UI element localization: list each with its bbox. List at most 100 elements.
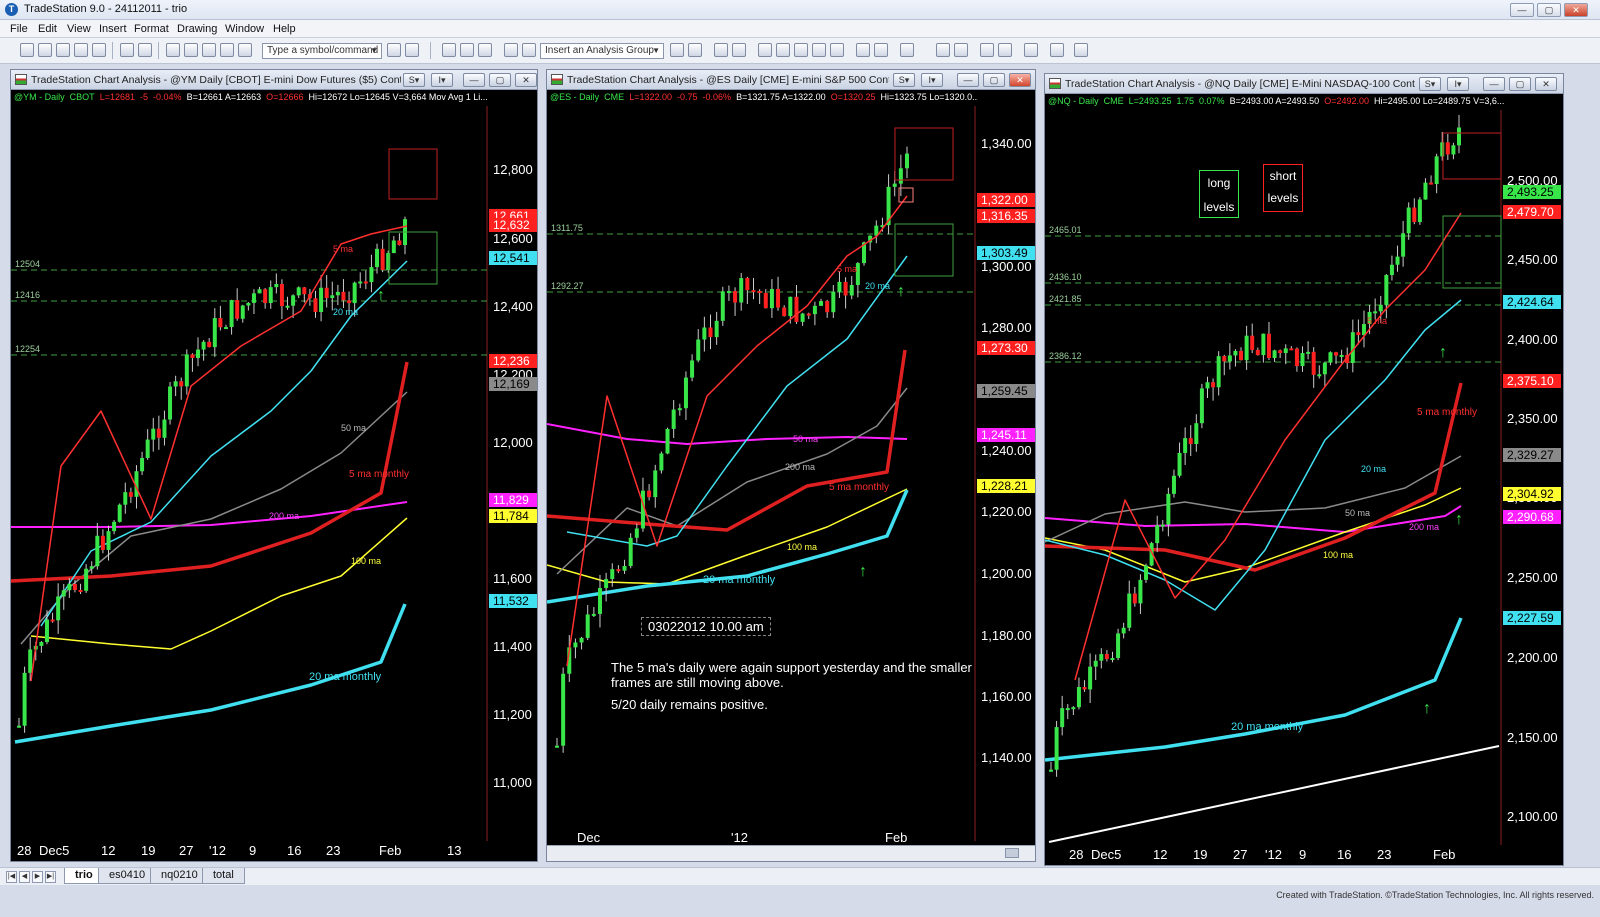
scrollbar-thumb[interactable] [1005,848,1019,858]
date-time-note: 03022012 10.00 am [641,617,771,636]
chart-pane-titlebar[interactable]: TradeStation Chart Analysis - @YM Daily … [11,70,537,90]
workspace-icon[interactable] [74,43,88,57]
menu-format[interactable]: Format [134,23,169,35]
refresh-icon[interactable] [522,43,536,57]
spacing-decrease-icon[interactable] [856,43,870,57]
pane-close-button[interactable]: ✕ [1535,77,1557,91]
candle-body [659,453,664,471]
chevron-down-icon[interactable]: ▼ [652,44,660,58]
price-chart-ym[interactable]: 12,80012,60012,40012,20012,00011,60011,4… [11,106,537,841]
drawing-tools-icon[interactable] [998,43,1012,57]
sheet-tab-nq0210[interactable]: nq0210 [150,868,209,884]
insert-window-icon[interactable] [442,43,456,57]
misc-toolbar-icon[interactable] [1074,43,1088,57]
insert-grid-icon[interactable] [478,43,492,57]
zoom-out-icon[interactable] [954,43,968,57]
strategy-icon[interactable] [688,43,702,57]
symbol-link-button[interactable]: S▾ [403,73,425,87]
candle-body [1076,687,1081,708]
symbol-link-button[interactable]: S▾ [1419,77,1441,91]
support-level-label: 12504 [15,259,40,269]
symbol-lookup-icon[interactable] [405,43,419,57]
new-file-icon[interactable] [20,43,34,57]
color-palette-icon[interactable] [238,43,252,57]
zoom-in-icon[interactable] [936,43,950,57]
line-chart-icon[interactable] [812,43,826,57]
price-chart-es[interactable]: 1,340.00 1,300.00 1,280.00 1,240.00 1,220.00… [547,106,1035,841]
analysis-group-select[interactable]: Insert an Analysis Group ▼ [540,43,664,59]
bar-chart-icon[interactable] [776,43,790,57]
horizontal-scrollbar[interactable] [547,845,1035,861]
print-icon[interactable] [138,43,152,57]
chart-pane-es[interactable]: TradeStation Chart Analysis - @ES Daily … [546,69,1036,862]
menu-file[interactable]: File [10,23,28,35]
chart-window-icon [15,74,27,85]
interval-button[interactable]: I▾ [921,73,943,87]
link-icon[interactable] [504,43,518,57]
pane-close-button[interactable]: ✕ [1009,73,1031,87]
prev-sheet-icon[interactable]: ◀ [19,871,30,883]
pane-maximize-button[interactable]: ▢ [489,73,511,87]
print-preview-icon[interactable] [120,43,134,57]
pane-maximize-button[interactable]: ▢ [983,73,1005,87]
menu-insert[interactable]: Insert [99,23,127,35]
candlestick-icon[interactable] [794,43,808,57]
minimize-button[interactable]: — [1510,3,1534,17]
tools-icon[interactable] [220,43,234,57]
pane-minimize-button[interactable]: — [463,73,485,87]
interval-button[interactable]: I▾ [1447,77,1469,91]
chevron-down-icon[interactable]: ▼ [370,44,378,58]
chart-window-icon[interactable] [166,43,180,57]
settings-icon[interactable] [1024,43,1038,57]
last-sheet-icon[interactable]: ▶| [45,871,56,883]
close-button[interactable]: ✕ [1564,3,1588,17]
pane-maximize-button[interactable]: ▢ [1509,77,1531,91]
candle-body [274,284,279,288]
chart-pane-titlebar[interactable]: TradeStation Chart Analysis - @NQ Daily … [1045,74,1563,94]
chart-pane-titlebar[interactable]: TradeStation Chart Analysis - @ES Daily … [547,70,1035,90]
lock-icon[interactable] [202,43,216,57]
symbol-command-input[interactable]: Type a symbol/command ▼ [262,43,382,59]
pane-minimize-button[interactable]: — [1483,77,1505,91]
menu-drawing[interactable]: Drawing [177,23,217,35]
ohlc-icon[interactable] [830,43,844,57]
candle-body [665,428,670,454]
next-sheet-icon[interactable]: ▶ [32,871,43,883]
interval-button[interactable]: I▾ [431,73,453,87]
data-window-icon[interactable] [758,43,772,57]
first-sheet-icon[interactable]: |◀ [6,871,17,883]
trade-bar-icon[interactable] [1050,43,1064,57]
window-cascade-icon[interactable] [732,43,746,57]
sheet-tab-es0410[interactable]: es0410 [98,868,157,884]
chart-style-icon[interactable] [900,43,914,57]
chart-pane-nq[interactable]: TradeStation Chart Analysis - @NQ Daily … [1044,73,1564,866]
folder-icon[interactable] [92,43,106,57]
candle-body [184,354,189,387]
menu-window[interactable]: Window [225,23,264,35]
pointer-icon[interactable] [980,43,994,57]
maximize-button[interactable]: ▢ [1537,3,1561,17]
chart-pane-ym[interactable]: TradeStation Chart Analysis - @YM Daily … [10,69,538,862]
candle-body [1054,727,1059,770]
sheet-tab-total[interactable]: total [202,868,245,884]
insert-table-icon[interactable] [460,43,474,57]
menu-edit[interactable]: Edit [38,23,57,35]
menu-help[interactable]: Help [273,23,296,35]
pane-minimize-button[interactable]: — [957,73,979,87]
price-tag-label: 2,493.25 [1507,185,1554,199]
menu-view[interactable]: View [67,23,91,35]
symbol-link-button[interactable]: S▾ [893,73,915,87]
open-file-icon[interactable] [38,43,52,57]
spacing-increase-icon[interactable] [874,43,888,57]
pane-close-button[interactable]: ✕ [515,73,537,87]
price-chart-nq[interactable]: 2,500.002,450.002,400.002,350.002,300.00… [1045,110,1563,845]
window-tile-icon[interactable] [714,43,728,57]
candle-body [151,428,156,440]
save-icon[interactable] [56,43,70,57]
candle-body [782,307,787,317]
x-axis-tick-label: 9 [1299,847,1307,862]
radar-screen-icon[interactable] [184,43,198,57]
format-analysis-icon[interactable] [670,43,684,57]
x-axis-tick-label: 12 [1153,847,1168,862]
go-arrow-icon[interactable] [387,43,401,57]
